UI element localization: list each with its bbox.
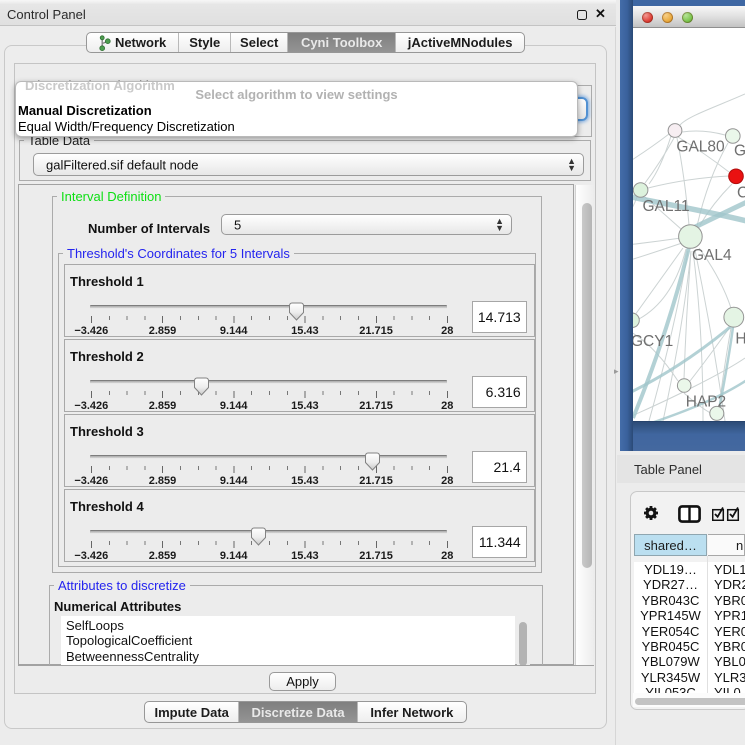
svg-text:GAL11: GAL11 — [643, 198, 690, 215]
svg-text:GAL4: GAL4 — [692, 247, 732, 264]
svg-text:GCY1: GCY1 — [633, 333, 673, 350]
svg-text:GAL80: GAL80 — [676, 138, 725, 155]
svg-text:GAL2: GAL2 — [734, 143, 745, 160]
svg-text:HAP2: HAP2 — [686, 394, 727, 411]
svg-text:HAP1: HAP1 — [735, 331, 745, 348]
svg-text:CDC6: CDC6 — [737, 185, 745, 202]
